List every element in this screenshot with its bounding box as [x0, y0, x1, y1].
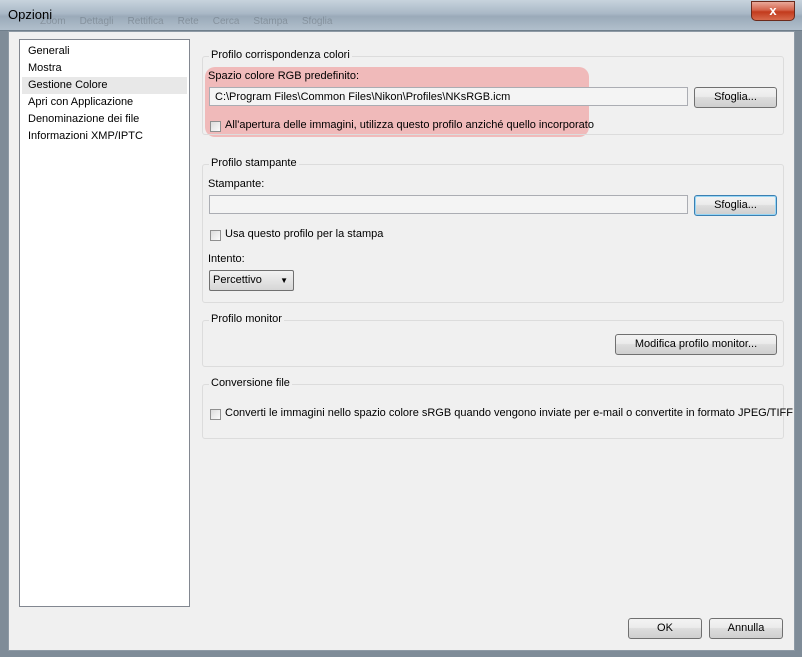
convert-srgb-label: Converti le immagini nello spazio colore…: [225, 407, 793, 419]
category-item-mostra[interactable]: Mostra: [22, 60, 187, 77]
close-button[interactable]: x: [751, 1, 795, 21]
rgb-space-label: Spazio colore RGB predefinito:: [208, 70, 360, 82]
rgb-profile-path-field[interactable]: C:\Program Files\Common Files\Nikon\Prof…: [209, 87, 688, 106]
printer-label: Stampante:: [208, 178, 265, 190]
intent-selected-value: Percettivo: [213, 274, 262, 286]
category-item-apri-con-applicazione[interactable]: Apri con Applicazione: [22, 94, 187, 111]
group-title: Profilo stampante: [209, 157, 299, 169]
use-profile-on-open-checkbox[interactable]: [210, 121, 221, 132]
title-bar[interactable]: Zoom Dettagli Rettifica Rete Cerca Stamp…: [0, 0, 802, 31]
browse-rgb-button[interactable]: Sfoglia...: [694, 87, 777, 108]
ghost-tab: Cerca: [212, 16, 240, 27]
use-for-print-label: Usa questo profilo per la stampa: [225, 228, 384, 240]
printer-profile-path-field[interactable]: [209, 195, 688, 214]
background-window-tabs: Zoom Dettagli Rettifica Rete Cerca Stamp…: [40, 0, 332, 30]
file-conversion-group: Conversione file Converti le immagini ne…: [202, 377, 793, 439]
browse-printer-button[interactable]: Sfoglia...: [694, 195, 777, 216]
group-title: Profilo monitor: [209, 313, 284, 325]
ghost-tab: Rettifica: [127, 16, 164, 27]
convert-srgb-checkbox[interactable]: [210, 409, 221, 420]
category-item-xmp-iptc[interactable]: Informazioni XMP/IPTC: [22, 128, 187, 145]
window-title: Opzioni: [8, 7, 53, 22]
chevron-down-icon: ▼: [280, 276, 288, 285]
modify-monitor-profile-button[interactable]: Modifica profilo monitor...: [615, 334, 777, 355]
ok-button[interactable]: OK: [628, 618, 702, 639]
color-matching-group: Profilo corrispondenza colori Spazio col…: [202, 49, 784, 135]
group-title: Profilo corrispondenza colori: [209, 49, 352, 61]
ghost-tab: Sfoglia: [301, 16, 333, 27]
ghost-tab: Dettagli: [79, 16, 114, 27]
use-profile-on-open-label: All'apertura delle immagini, utilizza qu…: [225, 119, 594, 131]
printer-profile-group: Profilo stampante Stampante: Sfoglia... …: [202, 157, 784, 303]
category-item-gestione-colore[interactable]: Gestione Colore: [22, 77, 187, 94]
monitor-profile-group: Profilo monitor Modifica profilo monitor…: [202, 313, 784, 367]
close-icon: x: [769, 3, 777, 18]
use-for-print-checkbox[interactable]: [210, 230, 221, 241]
group-title: Conversione file: [209, 377, 292, 389]
cancel-button[interactable]: Annulla: [709, 618, 783, 639]
category-list[interactable]: Generali Mostra Gestione Colore Apri con…: [19, 39, 190, 607]
ghost-tab: Stampa: [253, 16, 288, 27]
ghost-tab: Rete: [177, 16, 199, 27]
intent-label: Intento:: [208, 253, 245, 265]
dialog-body: Generali Mostra Gestione Colore Apri con…: [8, 31, 795, 651]
category-item-denominazione-file[interactable]: Denominazione dei file: [22, 111, 187, 128]
intent-dropdown[interactable]: Percettivo ▼: [209, 270, 294, 291]
category-item-generali[interactable]: Generali: [22, 43, 187, 60]
